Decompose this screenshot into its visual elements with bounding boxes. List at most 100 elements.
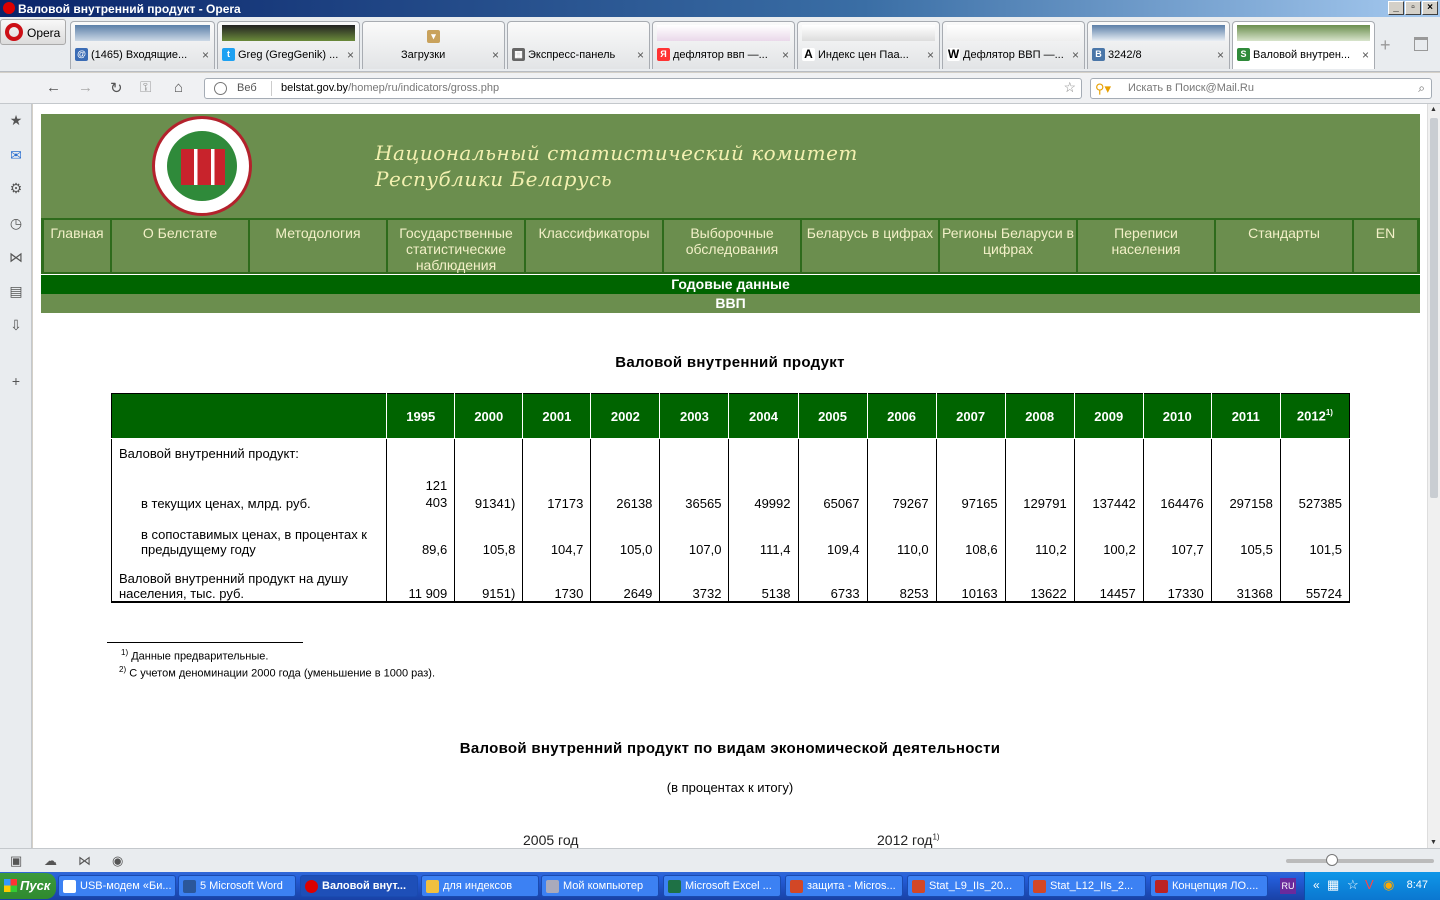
reload-icon[interactable]: ↻: [110, 79, 123, 97]
nav-item-surveys[interactable]: Выборочные обследования: [664, 220, 800, 272]
year-header: 2009: [1073, 393, 1144, 439]
word-app-icon: [183, 880, 196, 893]
home-icon[interactable]: ⌂: [174, 79, 183, 96]
taskbar-item-active[interactable]: Валовой внут...: [300, 875, 418, 897]
table-cell: 17330: [1142, 556, 1212, 603]
table-cell: 3732: [659, 556, 730, 603]
tab-speed-dial[interactable]: ▦ Экспресс-панель ×: [507, 21, 650, 69]
nav-item-belarus-figures[interactable]: Беларусь в цифрах: [802, 220, 938, 272]
start-button[interactable]: Пуск: [0, 873, 56, 899]
vertical-scrollbar[interactable]: ▲ ▼: [1427, 104, 1440, 848]
opera-menu-button[interactable]: Opera: [0, 19, 66, 45]
tab-twitter[interactable]: t Greg (GregGenik) ... ×: [217, 21, 360, 69]
search-icon[interactable]: ⌕: [1418, 81, 1425, 96]
search-engine-icon[interactable]: ⚲▾: [1095, 81, 1111, 97]
taskbar-item[interactable]: Мой компьютер: [541, 875, 659, 897]
tab-paasche[interactable]: A Индекс цен Паа... ×: [797, 21, 940, 69]
year-header-text: 2012: [1296, 408, 1326, 424]
clock[interactable]: 8:47: [1407, 879, 1428, 891]
forward-icon[interactable]: →: [78, 79, 93, 96]
antivirus-icon[interactable]: V: [1365, 877, 1374, 892]
network-icon[interactable]: ▦: [1327, 877, 1339, 893]
table-cell: [728, 438, 799, 469]
minimize-button[interactable]: _: [1388, 1, 1404, 15]
table-cell: 105,0: [590, 510, 661, 557]
site-title-line1: Национальный статистический комитет: [375, 141, 858, 165]
tab-yandex[interactable]: Я дефлятор ввп —... ×: [652, 21, 795, 69]
tab-vk[interactable]: В 3242/8 ×: [1087, 21, 1230, 69]
tray-expand-icon[interactable]: «: [1313, 878, 1320, 892]
panel-toggle-icon[interactable]: ▣: [10, 853, 22, 869]
trash-icon[interactable]: [1414, 37, 1428, 51]
address-field[interactable]: Веб belstat.gov.by/homep/ru/indicators/g…: [204, 78, 1082, 99]
nav-item-methodology[interactable]: Методология: [250, 220, 386, 272]
zoom-slider-knob[interactable]: [1326, 854, 1338, 866]
nav-item-regions[interactable]: Регионы Беларуси в цифрах: [940, 220, 1076, 272]
add-panel-icon[interactable]: +: [8, 373, 24, 389]
nav-item-observations[interactable]: Государственные статистические наблюдени…: [388, 220, 524, 273]
table-cell: [659, 438, 730, 469]
close-tab-icon[interactable]: ×: [927, 48, 934, 62]
taskbar-item[interactable]: для индексов: [421, 875, 539, 897]
tab-mail[interactable]: @ (1465) Входящие... ×: [70, 21, 215, 69]
taskbar-item[interactable]: Stat_L9_IIs_20...: [907, 875, 1025, 897]
turbo-icon[interactable]: ◉: [112, 853, 123, 869]
scroll-up-icon[interactable]: ▲: [1430, 106, 1437, 113]
new-tab-button[interactable]: +: [1380, 35, 1391, 56]
zoom-slider[interactable]: [1286, 854, 1434, 866]
mail-icon[interactable]: ✉: [8, 147, 24, 163]
cloud-icon[interactable]: ☁: [44, 853, 57, 869]
taskbar-item[interactable]: USB-модем «Би...: [58, 875, 176, 897]
close-tab-icon[interactable]: ×: [1217, 48, 1224, 62]
taskbar-item-label: Мой компьютер: [563, 880, 644, 892]
tab-belstat-active[interactable]: S Валовой внутрен... ×: [1232, 21, 1375, 69]
start-label: Пуск: [20, 878, 51, 893]
bookmark-star-icon[interactable]: ☆: [1063, 79, 1076, 96]
taskbar-item[interactable]: Stat_L12_IIs_2...: [1028, 875, 1146, 897]
close-tab-icon[interactable]: ×: [347, 48, 354, 62]
unite-icon[interactable]: ⋈: [8, 249, 24, 265]
taskbar-item[interactable]: 5 Microsoft Word: [178, 875, 296, 897]
share-icon[interactable]: ⋈: [78, 853, 91, 869]
footnote-mark: 2): [119, 665, 127, 674]
tray-app-icon[interactable]: ◉: [1383, 877, 1394, 893]
search-field[interactable]: ⚲▾ Искать в Поиск@Mail.Ru ⌕: [1090, 78, 1432, 99]
nav-item-standards[interactable]: Стандарты: [1216, 220, 1352, 272]
scrollbar-thumb[interactable]: [1430, 118, 1438, 498]
tab-downloads[interactable]: ▾ Загрузки ×: [362, 21, 505, 69]
key-icon[interactable]: ⚿: [140, 79, 151, 96]
language-indicator[interactable]: RU: [1280, 878, 1296, 894]
close-tab-icon[interactable]: ×: [1072, 48, 1079, 62]
bookmarks-star-icon[interactable]: ★: [8, 112, 24, 128]
tab-wikipedia[interactable]: W Дефлятор ВВП —... ×: [942, 21, 1085, 69]
year-2012-label: 2012 год1): [877, 832, 940, 848]
belstat-emblem-logo[interactable]: [152, 116, 252, 216]
taskbar-item[interactable]: защита - Micros...: [785, 875, 903, 897]
taskbar-item[interactable]: Microsoft Excel ...: [663, 875, 781, 897]
tray-star-icon[interactable]: ☆: [1347, 877, 1359, 893]
close-tab-icon[interactable]: ×: [637, 48, 644, 62]
close-tab-icon[interactable]: ×: [492, 48, 499, 62]
back-icon[interactable]: ←: [46, 79, 61, 96]
nav-item-classifiers[interactable]: Классификаторы: [526, 220, 662, 272]
close-tab-icon[interactable]: ×: [782, 48, 789, 62]
row-label: в сопоставимых ценах, в процентах к пред…: [110, 510, 388, 557]
close-window-button[interactable]: ×: [1422, 1, 1438, 15]
gear-icon[interactable]: ⚙: [8, 180, 24, 196]
scroll-down-icon[interactable]: ▼: [1430, 839, 1437, 846]
nav-item-census[interactable]: Переписи населения: [1078, 220, 1214, 272]
address-url[interactable]: belstat.gov.by/homep/ru/indicators/gross…: [281, 82, 499, 94]
table-cell: 527385: [1279, 468, 1351, 511]
taskbar-item-label: USB-модем «Би...: [80, 880, 172, 892]
downloads-panel-icon[interactable]: ⇩: [8, 317, 24, 333]
nav-item-english[interactable]: EN: [1354, 220, 1417, 272]
maximize-button[interactable]: ▫: [1405, 1, 1421, 15]
nav-item-home[interactable]: Главная: [44, 220, 110, 272]
table-cell: 129791: [1004, 468, 1075, 511]
history-clock-icon[interactable]: ◷: [8, 215, 24, 231]
taskbar-item[interactable]: Концепция ЛО....: [1150, 875, 1268, 897]
nav-item-about[interactable]: О Белстате: [112, 220, 248, 272]
close-tab-icon[interactable]: ×: [202, 48, 209, 62]
notes-icon[interactable]: ▤: [8, 283, 24, 299]
close-tab-icon[interactable]: ×: [1362, 48, 1369, 62]
